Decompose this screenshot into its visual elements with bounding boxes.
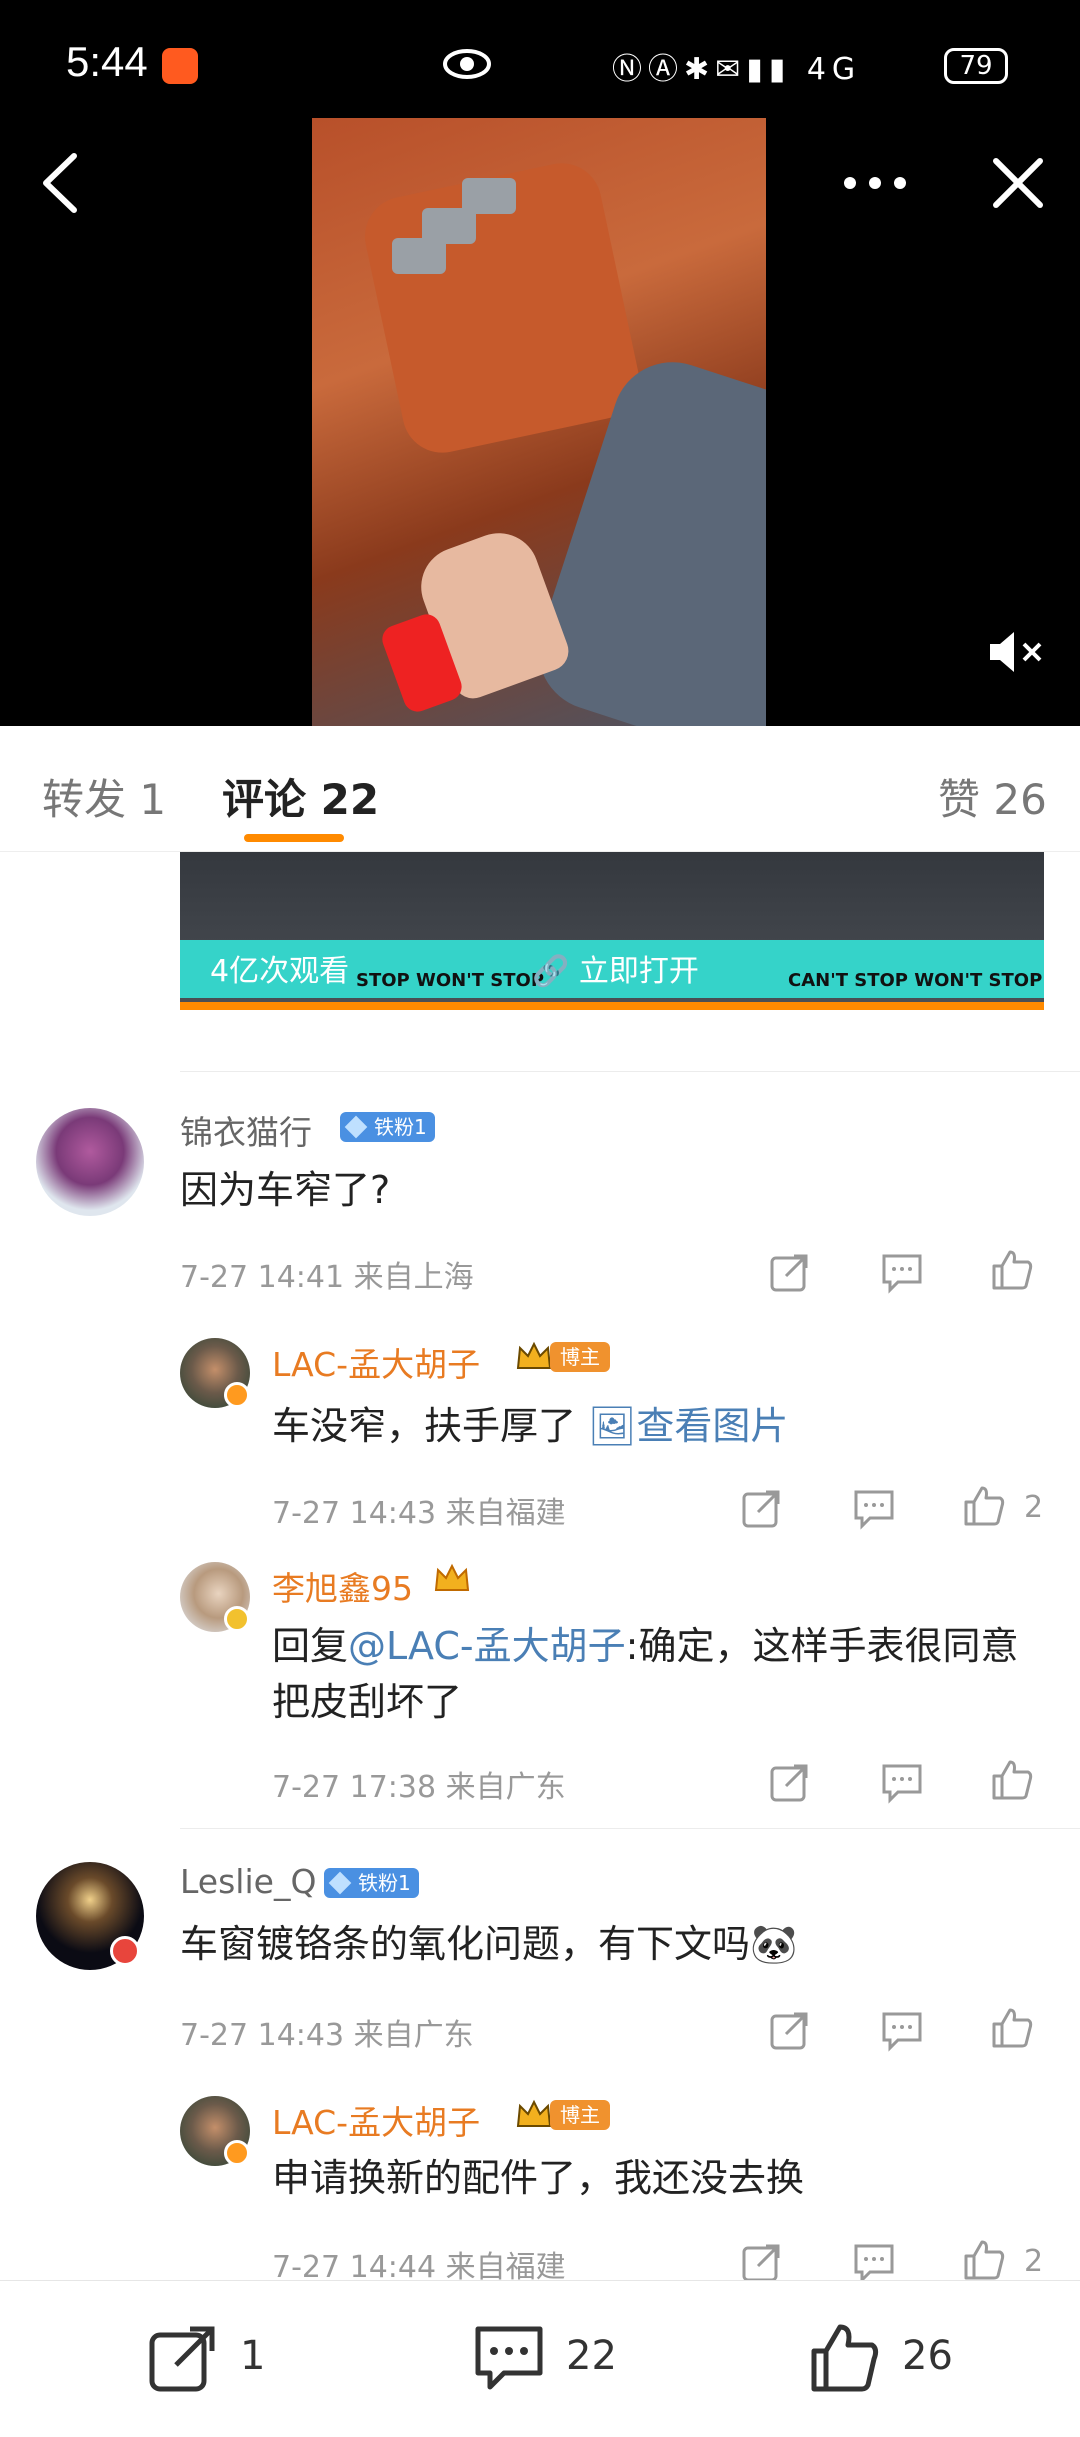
- comment-text: 车窗镀铬条的氧化问题，有下文吗🐼: [180, 1916, 1040, 1972]
- panda-emoji-icon: 🐼: [750, 1922, 798, 1966]
- repost-count[interactable]: 1: [240, 2333, 265, 2379]
- system-status-icons: ⓃⒶ✱✉▮▮ 4G: [612, 52, 862, 87]
- like-count: 2: [1024, 2244, 1044, 2279]
- share-icon[interactable]: [768, 1250, 812, 1294]
- tab-bar: 转发 1 评论 22 赞 26: [0, 726, 1080, 852]
- ad-slogan: CAN'T STOP WON'T STOP: [788, 970, 1043, 991]
- comment-username[interactable]: 锦衣猫行: [180, 1106, 312, 1154]
- reply-meta: 7-27 14:43 来自福建: [272, 1496, 566, 1531]
- back-arrow-icon[interactable]: [36, 150, 86, 216]
- mention-link[interactable]: @LAC-孟大胡子: [348, 1624, 626, 1668]
- reply-username[interactable]: LAC-孟大胡子: [272, 2096, 480, 2144]
- eye-icon: [443, 49, 491, 79]
- ad-progress-bar: [180, 1002, 1044, 1010]
- reply-username[interactable]: LAC-孟大胡子: [272, 1338, 480, 1386]
- verified-badge: [224, 2140, 250, 2166]
- comment-meta: 7-27 14:43 来自广东: [180, 2018, 474, 2053]
- fan-badge: 铁粉1: [324, 1868, 419, 1898]
- crown-icon: [434, 1563, 470, 1591]
- reply-text: 申请换新的配件了，我还没去换: [272, 2156, 805, 2200]
- share-icon[interactable]: [740, 2240, 784, 2284]
- reply-text: 车没窄，扶手厚了 🖼查看图片: [272, 1398, 1052, 1454]
- active-tab-indicator: [244, 834, 344, 842]
- divider: [180, 1828, 1080, 1829]
- notification-app-icon: [162, 48, 198, 84]
- more-options-icon[interactable]: [840, 168, 910, 198]
- share-icon[interactable]: [740, 1486, 784, 1530]
- share-icon[interactable]: [768, 1760, 812, 1804]
- tab-comments[interactable]: 评论 22: [222, 766, 379, 827]
- like-icon[interactable]: [990, 1248, 1034, 1292]
- comment-text-body: 车窗镀铬条的氧化问题，有下文吗: [180, 1922, 751, 1966]
- reply-icon[interactable]: [852, 2240, 896, 2284]
- status-bar: 5:44 ⓃⒶ✱✉▮▮ 4G 79: [0, 0, 1080, 130]
- comment-count[interactable]: 22: [566, 2333, 617, 2379]
- comment-username[interactable]: Leslie_Q: [180, 1862, 316, 1901]
- view-image-label: 查看图片: [636, 1404, 789, 1448]
- divider: [180, 1071, 1080, 1072]
- like-count: 2: [1024, 1490, 1044, 1525]
- reply-text: 回复@LAC-孟大胡子:确定，这样手表很同意把皮刮坏了: [272, 1618, 1052, 1730]
- reply-icon[interactable]: [852, 1486, 896, 1530]
- like-thumb-icon[interactable]: [808, 2321, 882, 2395]
- reply-icon[interactable]: [880, 1250, 924, 1294]
- view-image-link[interactable]: 🖼查看图片: [588, 1404, 788, 1448]
- bottom-action-bar: 1 22 26: [0, 2280, 1080, 2437]
- avatar[interactable]: [36, 1108, 144, 1216]
- ad-views-text: 4亿次观看: [210, 954, 350, 989]
- like-icon[interactable]: [962, 1484, 1006, 1528]
- video-window-switch: [392, 238, 446, 274]
- reply-username[interactable]: 李旭鑫95: [272, 1562, 413, 1610]
- fan-badge: 铁粉1: [340, 1112, 435, 1142]
- share-icon[interactable]: [768, 2008, 812, 2052]
- host-badge: 博主: [550, 2100, 610, 2130]
- reply-meta: 7-27 17:38 来自广东: [272, 1770, 566, 1805]
- like-icon[interactable]: [990, 1758, 1034, 1802]
- repost-icon[interactable]: [146, 2321, 220, 2395]
- like-icon[interactable]: [962, 2238, 1006, 2282]
- close-icon[interactable]: [990, 155, 1046, 211]
- image-icon: 🖼: [588, 1404, 637, 1448]
- comment-meta: 7-27 14:41 来自上海: [180, 1260, 474, 1295]
- reply-icon[interactable]: [880, 2008, 924, 2052]
- ad-slogan: STOP WON'T STOP: [356, 970, 545, 991]
- crown-icon: [516, 1341, 552, 1369]
- status-time: 5:44: [66, 38, 148, 85]
- comment-text: 因为车窄了?: [180, 1168, 391, 1212]
- like-icon[interactable]: [990, 2006, 1034, 2050]
- like-count-total[interactable]: 26: [902, 2333, 953, 2379]
- host-badge: 博主: [550, 1342, 610, 1372]
- reply-prefix: 回复: [272, 1624, 349, 1668]
- verified-badge: [224, 1382, 250, 1408]
- tab-repost[interactable]: 转发 1: [42, 766, 166, 827]
- mute-icon[interactable]: [986, 630, 1046, 674]
- reply-text-body: 车没窄，扶手厚了: [272, 1404, 577, 1448]
- battery-indicator: 79: [944, 48, 1008, 84]
- verified-badge: [224, 1606, 250, 1632]
- network-type: 4G: [806, 52, 862, 87]
- ad-open-link[interactable]: 🔗 立即打开: [532, 946, 699, 990]
- verified-badge: [110, 1936, 140, 1966]
- video-player[interactable]: [312, 118, 766, 726]
- crown-icon: [516, 2099, 552, 2127]
- reply-icon[interactable]: [880, 1760, 924, 1804]
- link-icon: 🔗: [532, 954, 570, 989]
- comment-icon[interactable]: [472, 2321, 546, 2395]
- ad-open-link-label: 立即打开: [578, 954, 699, 989]
- tab-likes[interactable]: 赞 26: [938, 766, 1047, 827]
- ad-banner[interactable]: 4亿次观看 STOP WON'T STOP 🔗 立即打开 CAN'T STOP …: [180, 852, 1044, 1010]
